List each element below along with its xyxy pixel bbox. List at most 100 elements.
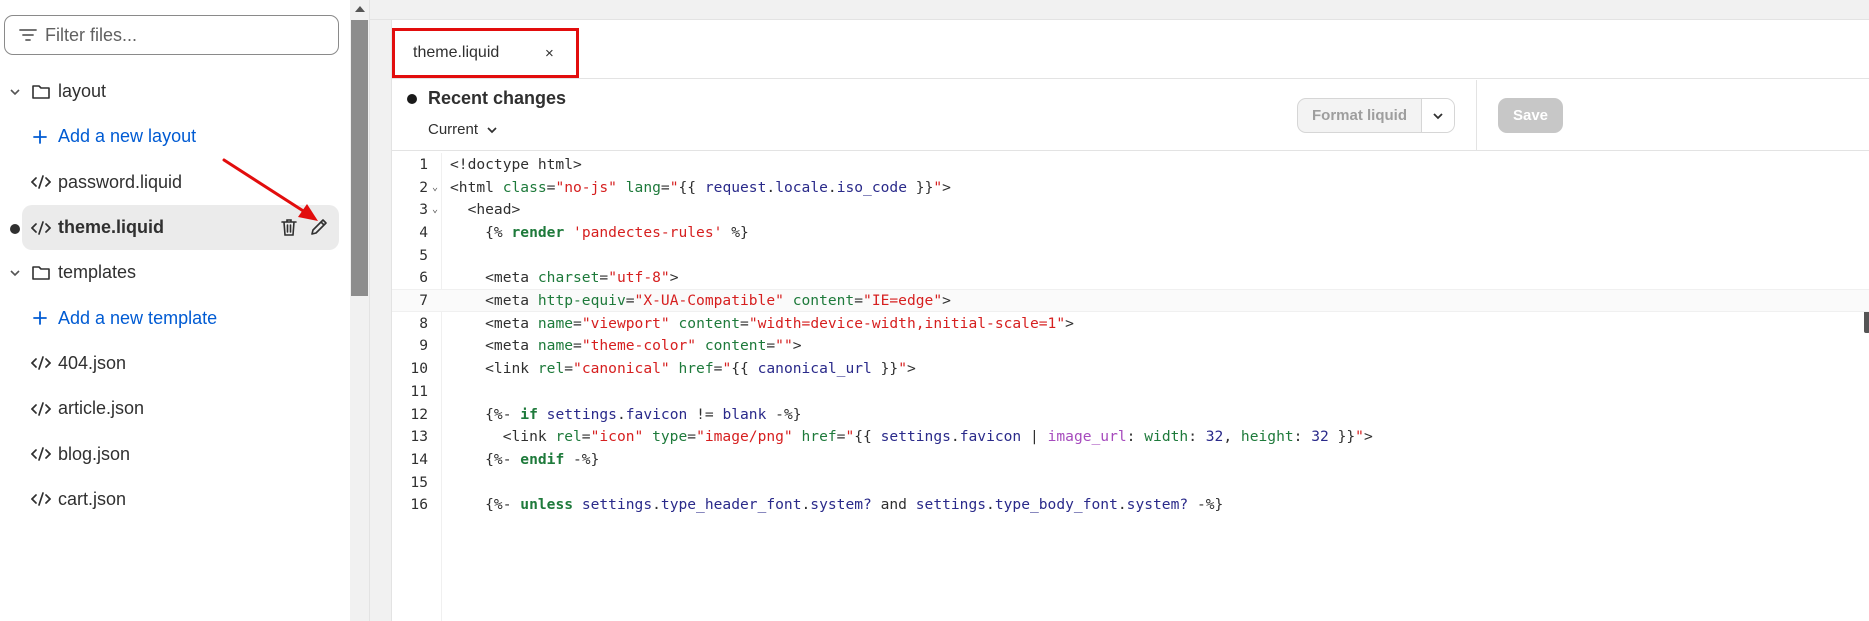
- code-line[interactable]: 12 {%- if settings.favicon != blank -%}: [392, 403, 1869, 426]
- code-text: <!doctype html>: [450, 155, 582, 173]
- file-tree: layout Add a new layout password.liquid …: [0, 69, 350, 522]
- code-line[interactable]: 14 {%- endif -%}: [392, 448, 1869, 471]
- code-text: <meta name="viewport" content="width=dev…: [450, 314, 1074, 332]
- file-label: theme.liquid: [58, 217, 165, 238]
- code-icon: [31, 401, 51, 416]
- code-line[interactable]: 5: [392, 244, 1869, 267]
- code-icon: [31, 356, 51, 371]
- trash-icon[interactable]: [278, 216, 300, 238]
- tab-bar: theme.liquid ×: [392, 20, 1869, 79]
- recent-changes-bar: Recent changes Current Format liquid Sav…: [392, 80, 1869, 151]
- close-icon[interactable]: ×: [545, 45, 554, 62]
- scrollbar-thumb[interactable]: [351, 20, 368, 296]
- file-label: article.json: [58, 398, 145, 419]
- add-new-layout-link[interactable]: Add a new layout: [0, 114, 350, 159]
- file-label: cart.json: [58, 488, 127, 509]
- line-number: 3: [419, 201, 428, 219]
- file-sidebar: layout Add a new layout password.liquid …: [0, 0, 370, 621]
- file-blog-json[interactable]: blog.json: [0, 431, 350, 476]
- code-text: <meta http-equiv="X-UA-Compatible" conte…: [450, 292, 951, 310]
- code-text: <link rel="icon" type="image/png" href="…: [450, 428, 1373, 446]
- file-theme-liquid[interactable]: theme.liquid: [22, 204, 339, 251]
- folder-icon: [32, 266, 50, 280]
- file-password-liquid[interactable]: password.liquid: [0, 160, 350, 205]
- filter-files-input[interactable]: [45, 24, 325, 46]
- file-404-json[interactable]: 404.json: [0, 341, 350, 386]
- fold-chevron-icon[interactable]: ⌄: [432, 204, 438, 215]
- line-number: 7: [419, 292, 428, 310]
- unsaved-dot: [10, 224, 20, 234]
- line-number: 9: [419, 337, 428, 355]
- tab-theme-liquid[interactable]: theme.liquid ×: [392, 28, 579, 78]
- plus-icon: [33, 130, 47, 144]
- recent-changes-title: Recent changes: [428, 88, 567, 108]
- format-liquid-group: Format liquid: [1297, 98, 1455, 133]
- file-article-json[interactable]: article.json: [0, 386, 350, 431]
- folder-layout[interactable]: layout: [0, 69, 350, 114]
- code-line[interactable]: 10 <link rel="canonical" href="{{ canoni…: [392, 357, 1869, 380]
- chevron-down-icon: [487, 126, 497, 133]
- chevron-down-icon[interactable]: [9, 86, 21, 98]
- code-line[interactable]: 7 <meta http-equiv="X-UA-Compatible" con…: [392, 289, 1869, 312]
- fold-chevron-icon[interactable]: ⌄: [432, 182, 438, 193]
- file-label: blog.json: [58, 443, 131, 464]
- folder-label: layout: [58, 81, 107, 102]
- chevron-down-icon: [1433, 112, 1443, 119]
- code-line[interactable]: 15: [392, 471, 1869, 494]
- code-icon: [31, 492, 51, 507]
- add-template-label: Add a new template: [58, 307, 218, 328]
- code-line[interactable]: 2 ⌄ <html class="no-js" lang="{{ request.l…: [392, 176, 1869, 199]
- plus-icon: [33, 311, 47, 326]
- add-layout-label: Add a new layout: [58, 126, 197, 147]
- code-editor-panel: theme.liquid × Recent changes Current Fo…: [391, 20, 1869, 621]
- folder-templates[interactable]: templates: [0, 250, 350, 295]
- line-number: 11: [410, 382, 428, 400]
- save-button[interactable]: Save: [1498, 98, 1563, 133]
- line-number: 15: [410, 473, 428, 491]
- code-text: {%- if settings.favicon != blank -%}: [450, 405, 802, 423]
- code-line[interactable]: 3 ⌄ <head>: [392, 198, 1869, 221]
- code-text: {%- endif -%}: [450, 450, 600, 468]
- code-text: {% render 'pandectes-rules' %}: [450, 223, 749, 241]
- format-liquid-button[interactable]: Format liquid: [1298, 99, 1422, 132]
- chevron-down-icon[interactable]: [9, 267, 21, 279]
- code-icon: [31, 220, 51, 235]
- code-text: <html class="no-js" lang="{{ request.loc…: [450, 178, 951, 196]
- code-icon: [31, 175, 51, 190]
- file-label: password.liquid: [58, 171, 183, 192]
- code-text: <meta charset="utf-8">: [450, 269, 679, 287]
- add-new-template-link[interactable]: Add a new template: [0, 295, 350, 340]
- pencil-icon[interactable]: [308, 216, 330, 238]
- scroll-up-arrow-icon[interactable]: [355, 6, 365, 12]
- code-area[interactable]: 1 <!doctype html> 2 ⌄ <html class="no-js" la…: [392, 153, 1869, 621]
- line-number: 14: [410, 450, 428, 468]
- code-icon: [31, 447, 51, 461]
- file-cart-json[interactable]: cart.json: [0, 477, 350, 522]
- filter-box[interactable]: [4, 15, 339, 55]
- code-line[interactable]: 4 {% render 'pandectes-rules' %}: [392, 221, 1869, 244]
- code-line[interactable]: 1 <!doctype html>: [392, 153, 1869, 176]
- code-text: <meta name="theme-color" content="">: [450, 337, 802, 355]
- code-line[interactable]: 11: [392, 380, 1869, 403]
- line-number: 2: [419, 178, 428, 196]
- code-text: <link rel="canonical" href="{{ canonical…: [450, 360, 916, 378]
- code-line[interactable]: 9 <meta name="theme-color" content="">: [392, 335, 1869, 358]
- code-line[interactable]: 13 <link rel="icon" type="image/png" hre…: [392, 425, 1869, 448]
- filter-icon: [19, 29, 37, 41]
- folder-label: templates: [58, 262, 137, 283]
- code-text: <head>: [450, 201, 521, 219]
- line-number: 16: [410, 496, 428, 514]
- line-number: 4: [419, 223, 428, 241]
- code-text: {%- unless settings.type_header_font.sys…: [450, 496, 1224, 514]
- format-options-dropdown[interactable]: [1422, 99, 1454, 132]
- sidebar-scrollbar[interactable]: [350, 0, 369, 621]
- code-line[interactable]: 6 <meta charset="utf-8">: [392, 267, 1869, 290]
- version-label: Current: [428, 121, 479, 138]
- line-number: 6: [419, 269, 428, 287]
- line-number: 10: [410, 360, 428, 378]
- file-label: 404.json: [58, 352, 127, 373]
- code-line[interactable]: 8 <meta name="viewport" content="width=d…: [392, 312, 1869, 335]
- version-dropdown[interactable]: Current: [428, 121, 498, 138]
- line-number: 12: [410, 405, 428, 423]
- code-line[interactable]: 16 {%- unless settings.type_header_font.…: [392, 494, 1869, 517]
